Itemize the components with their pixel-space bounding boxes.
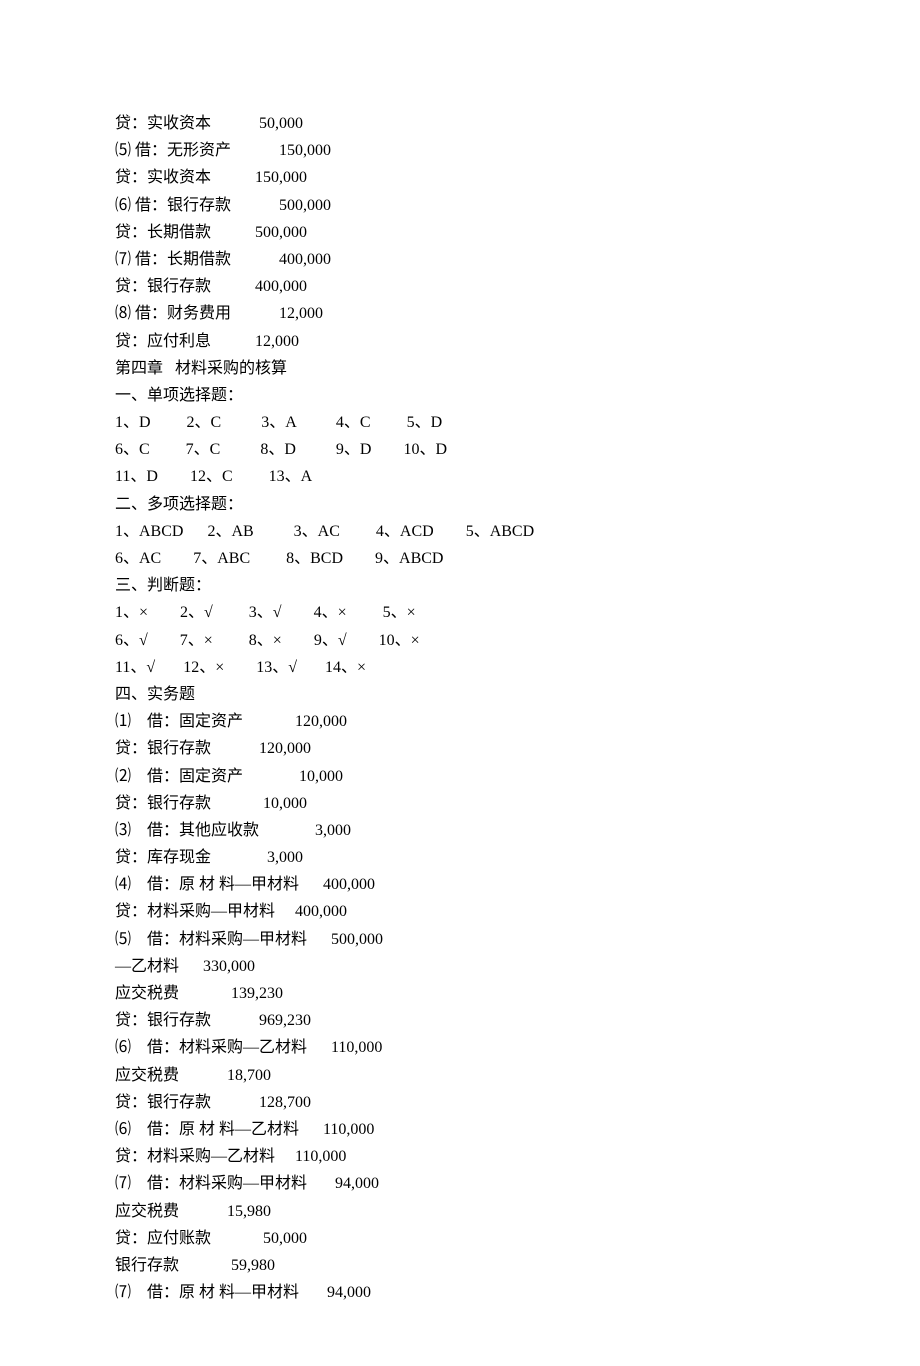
- text-line: ⑹ 借：材料采购—乙材料 110,000: [115, 1034, 805, 1061]
- text-line: 贷：库存现金 3,000: [115, 844, 805, 871]
- text-line: 贷：银行存款 400,000: [115, 273, 805, 300]
- text-line: 应交税费 139,230: [115, 980, 805, 1007]
- text-line: 贷：银行存款 969,230: [115, 1007, 805, 1034]
- text-line: 二、多项选择题：: [115, 491, 805, 518]
- text-line: ⑴ 借：固定资产 120,000: [115, 708, 805, 735]
- text-line: 贷：长期借款 500,000: [115, 219, 805, 246]
- text-line: ⑺ 借：材料采购—甲材料 94,000: [115, 1170, 805, 1197]
- text-line: 银行存款 59,980: [115, 1252, 805, 1279]
- text-line: ⑻ 借：财务费用 12,000: [115, 300, 805, 327]
- text-line: ⑵ 借：固定资产 10,000: [115, 763, 805, 790]
- text-line: 贷：银行存款 10,000: [115, 790, 805, 817]
- text-line: 三、判断题：: [115, 572, 805, 599]
- text-line: ⑺ 借：长期借款 400,000: [115, 246, 805, 273]
- text-line: ⑸ 借：无形资产 150,000: [115, 137, 805, 164]
- text-line: 四、实务题: [115, 681, 805, 708]
- text-line: 6、√ 7、× 8、× 9、√ 10、×: [115, 627, 805, 654]
- text-line: 11、D 12、C 13、A: [115, 463, 805, 490]
- text-line: 1、ABCD 2、AB 3、AC 4、ACD 5、ABCD: [115, 518, 805, 545]
- text-line: 1、D 2、C 3、A 4、C 5、D: [115, 409, 805, 436]
- text-line: 6、AC 7、ABC 8、BCD 9、ABCD: [115, 545, 805, 572]
- text-line: 贷：材料采购—甲材料 400,000: [115, 898, 805, 925]
- text-line: ⑸ 借：材料采购—甲材料 500,000: [115, 926, 805, 953]
- text-line: ⑹ 借：银行存款 500,000: [115, 192, 805, 219]
- text-line: 贷：应付利息 12,000: [115, 328, 805, 355]
- text-line: 贷：银行存款 128,700: [115, 1089, 805, 1116]
- text-line: 应交税费 15,980: [115, 1198, 805, 1225]
- text-line: —乙材料 330,000: [115, 953, 805, 980]
- text-line: ⑶ 借：其他应收款 3,000: [115, 817, 805, 844]
- text-line: ⑺ 借：原 材 料—甲材料 94,000: [115, 1279, 805, 1306]
- text-line: 贷：实收资本 50,000: [115, 110, 805, 137]
- text-line: 11、√ 12、× 13、√ 14、×: [115, 654, 805, 681]
- text-line: 应交税费 18,700: [115, 1062, 805, 1089]
- text-line: ⑷ 借：原 材 料—甲材料 400,000: [115, 871, 805, 898]
- text-line: 6、C 7、C 8、D 9、D 10、D: [115, 436, 805, 463]
- text-line: 第四章 材料采购的核算: [115, 355, 805, 382]
- text-line: 1、× 2、√ 3、√ 4、× 5、×: [115, 599, 805, 626]
- text-line: 贷：应付账款 50,000: [115, 1225, 805, 1252]
- text-line: 贷：材料采购—乙材料 110,000: [115, 1143, 805, 1170]
- text-line: ⑹ 借：原 材 料—乙材料 110,000: [115, 1116, 805, 1143]
- text-line: 贷：银行存款 120,000: [115, 735, 805, 762]
- text-line: 贷：实收资本 150,000: [115, 164, 805, 191]
- text-line: 一、单项选择题：: [115, 382, 805, 409]
- document-body: 贷：实收资本 50,000⑸ 借：无形资产 150,000贷：实收资本 150,…: [115, 110, 805, 1306]
